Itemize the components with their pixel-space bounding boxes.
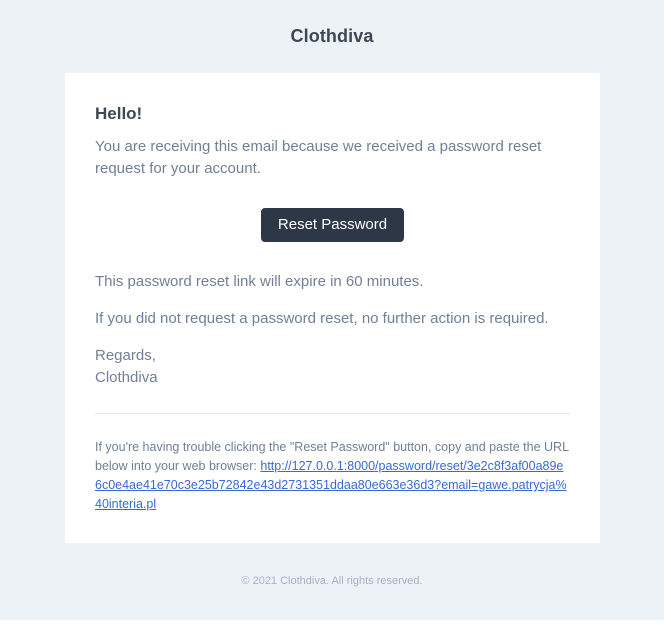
subcopy-text: If you're having trouble clicking the "R… xyxy=(95,438,570,514)
regards-label: Regards, xyxy=(95,347,156,364)
button-container: Reset Password xyxy=(65,208,600,242)
regards-name: Clothdiva xyxy=(95,369,158,386)
intro-text: You are receiving this email because we … xyxy=(95,138,542,177)
email-body-card: Hello! You are receiving this email beca… xyxy=(65,73,600,543)
divider xyxy=(95,413,570,414)
greeting-heading: Hello! xyxy=(95,104,143,123)
no-action-notice: If you did not request a password reset,… xyxy=(95,310,549,327)
footer-copyright: © 2021 Clothdiva. All rights reserved. xyxy=(241,575,423,587)
reset-password-button[interactable]: Reset Password xyxy=(260,208,405,242)
regards-block: Regards, Clothdiva xyxy=(95,345,570,389)
brand-header[interactable]: Clothdiva xyxy=(0,26,664,47)
expire-notice: This password reset link will expire in … xyxy=(95,273,424,290)
email-wrapper: Clothdiva Hello! You are receiving this … xyxy=(0,0,664,620)
